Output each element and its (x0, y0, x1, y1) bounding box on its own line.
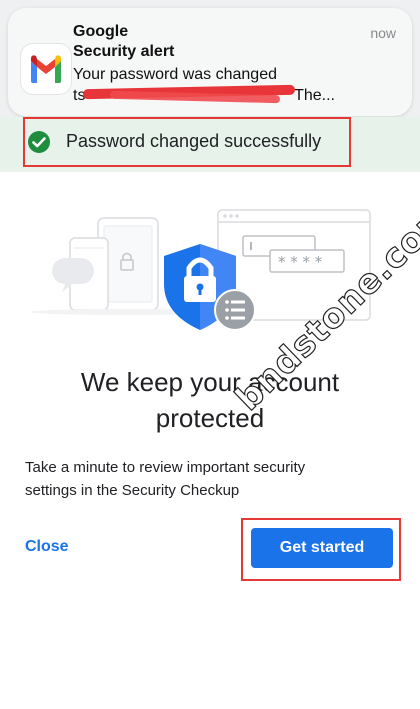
gmail-icon (21, 44, 71, 94)
heading-line1: We keep your account (80, 367, 340, 397)
svg-text:* * * *: * * * * (278, 253, 323, 271)
notification-title: Security alert (73, 43, 175, 60)
red-highlight-box (241, 518, 401, 581)
close-button[interactable]: Close (25, 538, 69, 556)
heading-line2: protected (155, 403, 265, 433)
notification-app-name: Google (73, 23, 129, 40)
page-heading: We keep your account protected (0, 364, 420, 436)
red-highlight-box (23, 117, 351, 167)
notification-body-line1: Your password was changed (73, 66, 277, 83)
notification-time: now (370, 25, 396, 41)
description-text: Take a minute to review important securi… (25, 459, 306, 499)
